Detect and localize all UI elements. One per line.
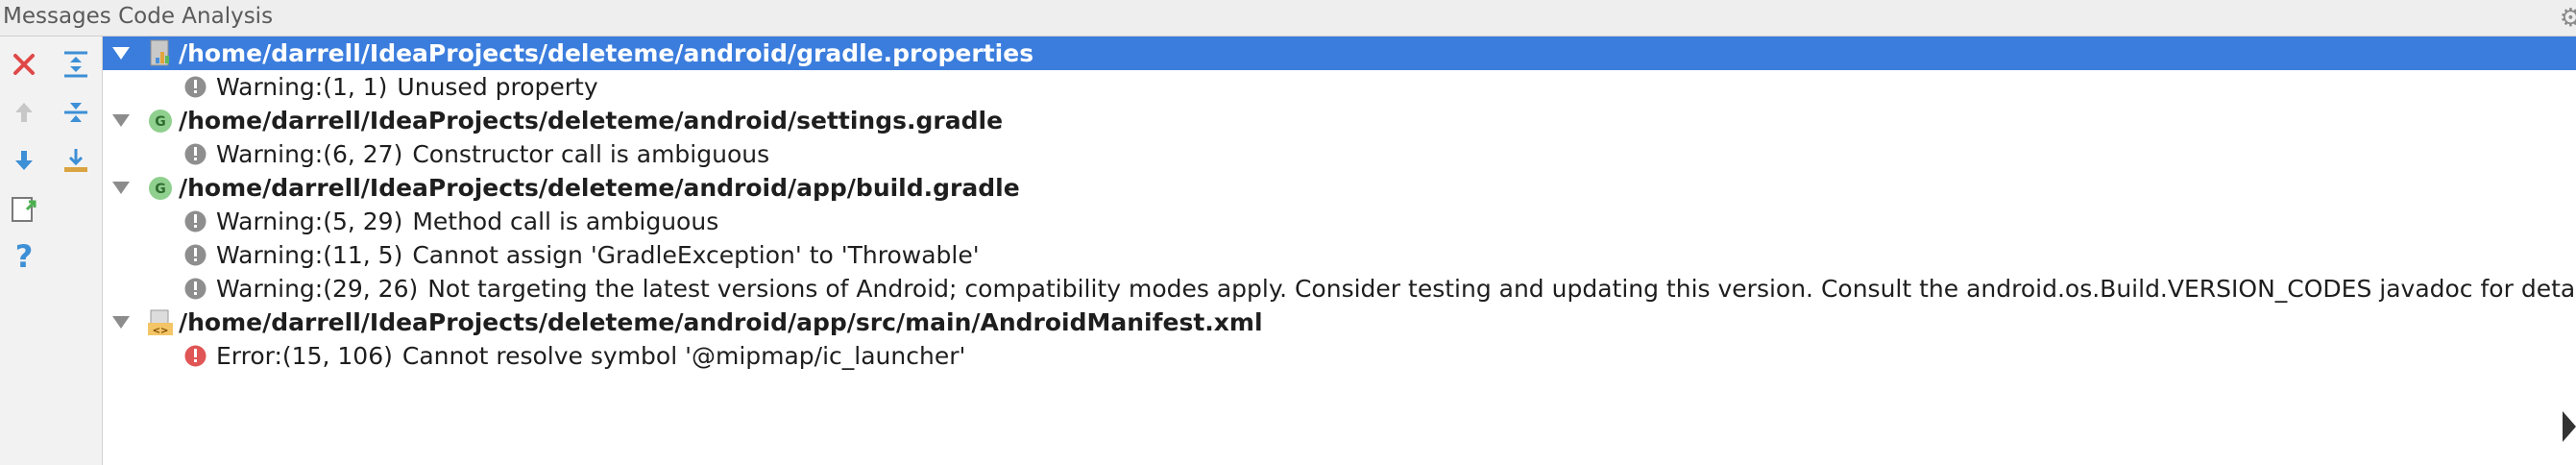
- file-group-row[interactable]: <> /home/darrell/IdeaProjects/deleteme/an…: [103, 306, 2576, 339]
- warning-icon: [183, 142, 207, 166]
- gradle-file-icon: G: [145, 173, 176, 204]
- file-path: /home/darrell/IdeaProjects/deleteme/andr…: [179, 174, 1020, 202]
- message-description: Cannot resolve symbol '@mipmap/ic_launch…: [401, 342, 966, 370]
- message-location: Error:(15, 106): [216, 342, 393, 370]
- message-row[interactable]: Warning:(29, 26) Not targeting the latest…: [103, 272, 2576, 306]
- expand-arrow-icon[interactable]: [112, 316, 130, 329]
- expand-arrow-icon[interactable]: [112, 47, 130, 60]
- message-description: Method call is ambiguous: [412, 208, 719, 235]
- file-group-row[interactable]: G/home/darrell/IdeaProjects/deleteme/and…: [103, 171, 2576, 205]
- expand-all-icon[interactable]: [58, 46, 94, 83]
- messages-toolbar: ?: [0, 37, 103, 465]
- message-location: Warning:(6, 27): [216, 140, 403, 168]
- file-group-row[interactable]: /home/darrell/IdeaProjects/deleteme/andr…: [103, 37, 2576, 70]
- message-row[interactable]: Warning:(6, 27) Constructor call is ambig…: [103, 137, 2576, 171]
- error-icon: [183, 344, 207, 368]
- warning-icon: [183, 243, 207, 267]
- messages-tree: /home/darrell/IdeaProjects/deleteme/andr…: [103, 37, 2576, 465]
- message-text: Warning:(11, 5) Cannot assign 'GradleExce…: [216, 238, 980, 272]
- warning-icon: [183, 75, 207, 99]
- panel-title: Messages Code Analysis: [3, 4, 274, 29]
- expand-arrow-icon[interactable]: [112, 114, 130, 127]
- svg-text:<>: <>: [153, 326, 169, 336]
- warning-icon: [183, 277, 207, 301]
- next-down-arrow-icon[interactable]: [6, 142, 42, 179]
- message-text: Warning:(29, 26) Not targeting the latest…: [216, 272, 2576, 306]
- message-description: Not targeting the latest versions of And…: [427, 275, 2576, 303]
- message-location: Warning:(29, 26): [216, 275, 419, 303]
- panel-title-bar: Messages Code Analysis ⚙: [0, 0, 2576, 37]
- close-icon[interactable]: [6, 46, 42, 83]
- message-text: Error:(15, 106) Cannot resolve symbol '@m…: [216, 339, 965, 373]
- message-description: Cannot assign 'GradleException' to 'Thro…: [412, 241, 980, 269]
- export-icon[interactable]: [58, 142, 94, 179]
- prev-up-arrow-icon[interactable]: [6, 94, 42, 131]
- xml-file-icon: <>: [145, 307, 176, 338]
- collapse-all-icon[interactable]: [58, 94, 94, 131]
- gradle-file-icon: G: [145, 106, 176, 136]
- export-to-file-icon[interactable]: [6, 190, 42, 227]
- file-path: /home/darrell/IdeaProjects/deleteme/andr…: [179, 308, 1263, 336]
- file-group-row[interactable]: G/home/darrell/IdeaProjects/deleteme/and…: [103, 104, 2576, 137]
- message-row[interactable]: Warning:(1, 1) Unused property: [103, 70, 2576, 104]
- message-text: Warning:(1, 1) Unused property: [216, 70, 598, 104]
- file-path: /home/darrell/IdeaProjects/deleteme/andr…: [179, 39, 1034, 67]
- message-text: Warning:(6, 27) Constructor call is ambig…: [216, 137, 769, 171]
- expand-arrow-icon[interactable]: [112, 182, 130, 194]
- warning-icon: [183, 209, 207, 233]
- message-row[interactable]: Warning:(5, 29) Method call is ambiguous: [103, 205, 2576, 238]
- svg-text:G: G: [155, 114, 166, 130]
- help-icon[interactable]: ?: [6, 238, 42, 275]
- svg-text:G: G: [155, 182, 166, 197]
- file-path: /home/darrell/IdeaProjects/deleteme/andr…: [179, 107, 1004, 135]
- message-location: Warning:(5, 29): [216, 208, 403, 235]
- gear-icon[interactable]: ⚙: [2560, 4, 2576, 33]
- message-description: Unused property: [397, 73, 598, 101]
- message-description: Constructor call is ambiguous: [412, 140, 770, 168]
- message-text: Warning:(5, 29) Method call is ambiguous: [216, 205, 718, 238]
- message-location: Warning:(11, 5): [216, 241, 403, 269]
- message-row[interactable]: Error:(15, 106) Cannot resolve symbol '@m…: [103, 339, 2576, 373]
- cursor-icon: [2563, 411, 2576, 442]
- properties-file-icon: [145, 38, 176, 69]
- message-location: Warning:(1, 1): [216, 73, 388, 101]
- message-row[interactable]: Warning:(11, 5) Cannot assign 'GradleExce…: [103, 238, 2576, 272]
